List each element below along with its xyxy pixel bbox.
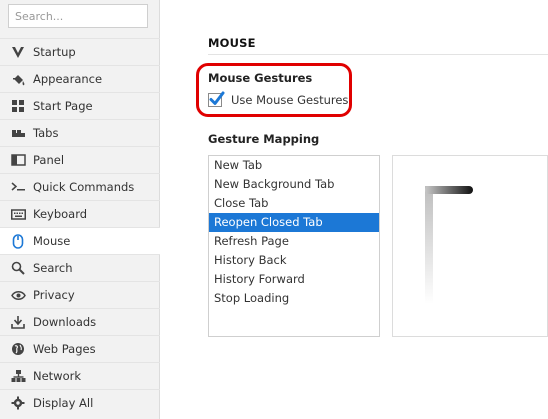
sidebar-item-label: Display All	[33, 396, 94, 410]
sidebar-item-appearance[interactable]: Appearance	[0, 65, 160, 92]
sidebar-item-downloads[interactable]: Downloads	[0, 308, 160, 335]
settings-sidebar: Startup Appearance Start Page Tabs Panel	[0, 0, 160, 419]
sidebar-item-label: Tabs	[33, 126, 59, 140]
sidebar-item-panel[interactable]: Panel	[0, 146, 160, 173]
gesture-item-selected[interactable]: Reopen Closed Tab	[209, 213, 379, 232]
sidebar-item-quick-commands[interactable]: Quick Commands	[0, 173, 160, 200]
mouse-gestures-title: Mouse Gestures	[208, 71, 313, 85]
sidebar-item-label: Network	[33, 369, 82, 383]
gesture-item[interactable]: History Forward	[209, 270, 379, 289]
tabs-icon	[10, 125, 26, 141]
sidebar-item-label: Privacy	[33, 288, 75, 302]
use-mouse-gestures-checkbox[interactable]	[208, 91, 225, 107]
vivaldi-logo-icon	[10, 44, 26, 60]
sidebar-item-label: Search	[33, 261, 73, 275]
search-box	[8, 4, 148, 28]
search-icon	[10, 260, 26, 276]
settings-content: MOUSE Mouse Gestures Use Mouse Gestures …	[160, 0, 548, 419]
section-divider	[208, 54, 548, 55]
gesture-item[interactable]: History Back	[209, 251, 379, 270]
sidebar-item-label: Startup	[33, 45, 76, 59]
sidebar-item-label: Start Page	[33, 99, 93, 113]
sidebar-item-start-page[interactable]: Start Page	[0, 92, 160, 119]
sidebar-item-network[interactable]: Network	[0, 362, 160, 389]
sidebar-item-startup[interactable]: Startup	[0, 38, 160, 65]
gesture-item[interactable]: New Tab	[209, 156, 379, 175]
globe-icon	[10, 341, 26, 357]
gesture-item[interactable]: Stop Loading	[209, 289, 379, 308]
gesture-mapping-title: Gesture Mapping	[208, 132, 320, 146]
sidebar-item-label: Downloads	[33, 315, 97, 329]
sidebar-item-display-all[interactable]: Display All	[0, 389, 160, 416]
network-icon	[10, 368, 26, 384]
sidebar-item-label: Panel	[33, 153, 65, 167]
sidebar-item-label: Appearance	[33, 72, 103, 86]
sidebar-item-search[interactable]: Search	[0, 254, 160, 281]
use-mouse-gestures-label: Use Mouse Gestures	[231, 93, 349, 107]
gesture-preview	[392, 155, 548, 337]
download-icon	[10, 314, 26, 330]
sidebar-item-keyboard[interactable]: Keyboard	[0, 200, 160, 227]
gear-icon	[10, 395, 26, 411]
search-input[interactable]	[8, 4, 148, 28]
checkmark-icon	[209, 91, 225, 105]
sidebar-item-label: Quick Commands	[33, 180, 135, 194]
paint-bucket-icon	[10, 71, 26, 87]
gesture-list[interactable]: New Tab New Background Tab Close Tab Reo…	[208, 155, 380, 337]
sidebar-item-mouse[interactable]: Mouse	[0, 227, 160, 254]
sidebar-item-label: Mouse	[33, 234, 71, 248]
section-title: MOUSE	[208, 36, 256, 50]
panel-icon	[10, 152, 26, 168]
command-prompt-icon	[10, 179, 26, 195]
sidebar-nav: Startup Appearance Start Page Tabs Panel	[0, 38, 160, 416]
sidebar-item-web-pages[interactable]: Web Pages	[0, 335, 160, 362]
grid-icon	[10, 98, 26, 114]
keyboard-icon	[10, 206, 26, 222]
sidebar-item-label: Keyboard	[33, 207, 88, 221]
sidebar-item-label: Web Pages	[33, 342, 96, 356]
gesture-item[interactable]: Close Tab	[209, 194, 379, 213]
gesture-item[interactable]: Refresh Page	[209, 232, 379, 251]
mouse-icon	[10, 233, 26, 249]
sidebar-item-tabs[interactable]: Tabs	[0, 119, 160, 146]
use-mouse-gestures-option[interactable]: Use Mouse Gestures	[208, 91, 349, 107]
gesture-item[interactable]: New Background Tab	[209, 175, 379, 194]
eye-icon	[10, 287, 26, 303]
gesture-path-icon	[425, 186, 473, 304]
sidebar-item-privacy[interactable]: Privacy	[0, 281, 160, 308]
